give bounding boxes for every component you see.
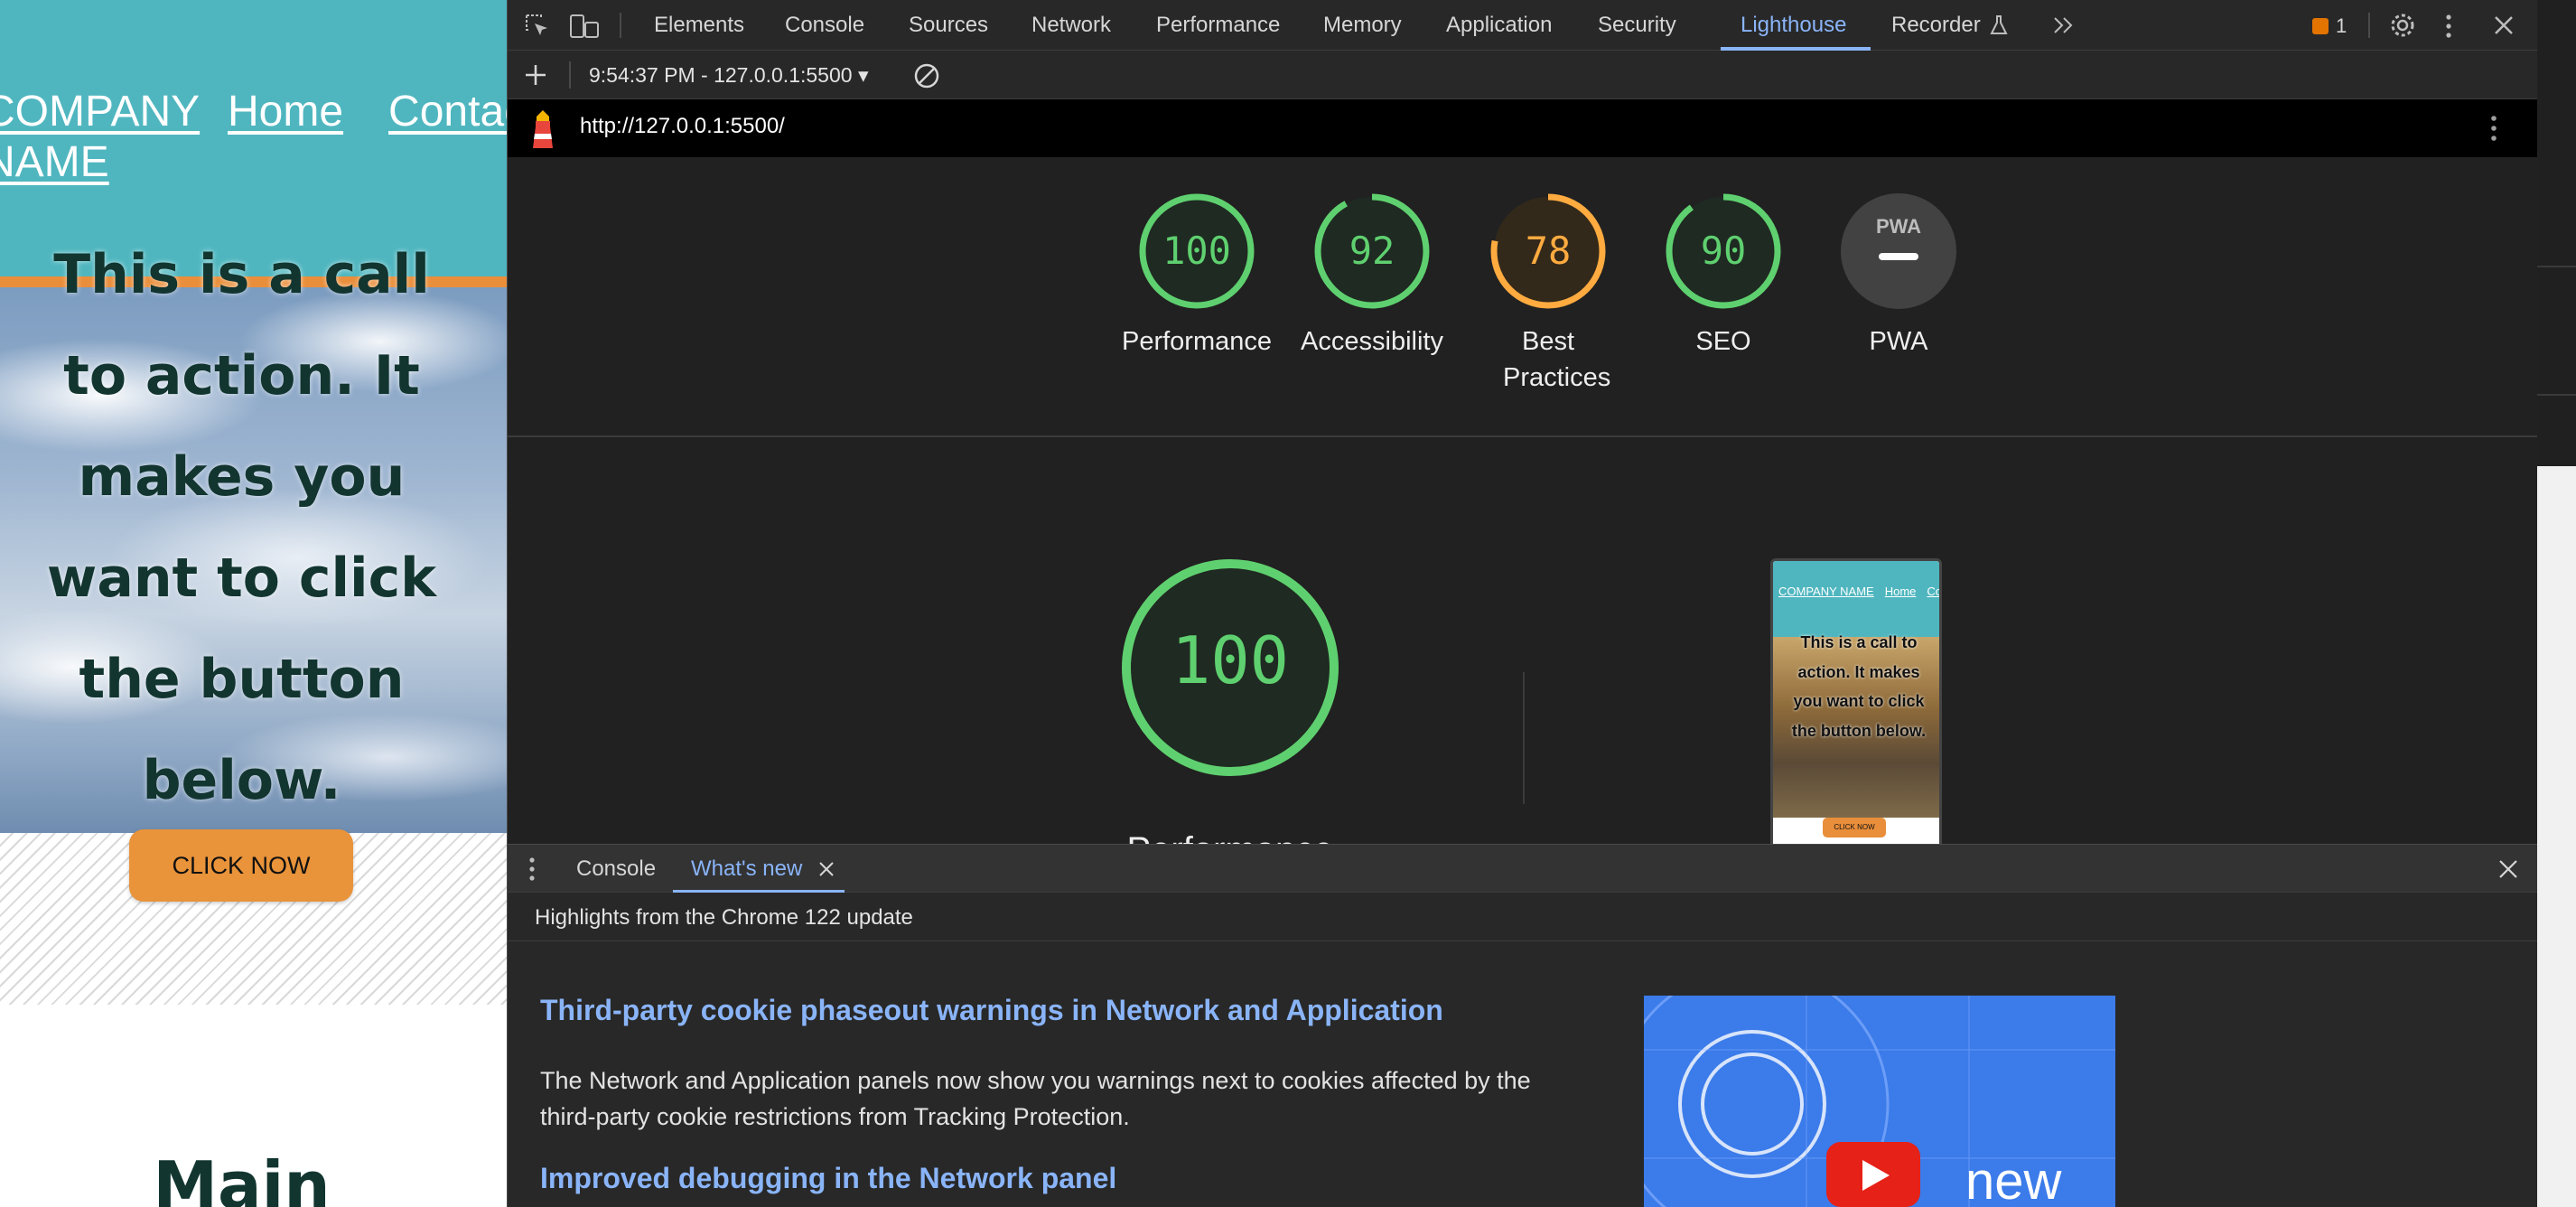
issue-flag-icon bbox=[2312, 18, 2329, 34]
settings-gear-icon[interactable] bbox=[2388, 11, 2417, 40]
background-divider bbox=[2537, 266, 2576, 267]
report-menu-kebab-icon[interactable] bbox=[2487, 114, 2500, 143]
inspect-element-icon[interactable] bbox=[524, 13, 551, 40]
click-now-button[interactable]: CLICK NOW bbox=[129, 829, 353, 902]
gauge-ring: 100 bbox=[1139, 193, 1255, 309]
preview-brand: COMPANY NAME bbox=[1778, 585, 1874, 598]
big-gauge-score: 100 bbox=[1171, 622, 1289, 698]
tab-performance[interactable]: Performance bbox=[1156, 0, 1280, 51]
tab-security[interactable]: Security bbox=[1598, 0, 1676, 51]
gauge-score: 78 bbox=[1526, 229, 1572, 273]
close-devtools-icon[interactable] bbox=[2493, 14, 2515, 36]
section-divider bbox=[1523, 672, 1525, 804]
gauge-ring: 78 bbox=[1490, 193, 1606, 309]
tab-network[interactable]: Network bbox=[1031, 0, 1111, 51]
site-nav: COMPANY NAME Home Contact bbox=[0, 87, 507, 188]
youtube-play-icon[interactable] bbox=[1826, 1142, 1920, 1207]
nav-home-link[interactable]: Home bbox=[228, 87, 343, 188]
issues-badge[interactable]: 1 bbox=[2312, 14, 2347, 38]
preview-button: CLICK NOW bbox=[1823, 818, 1886, 837]
dropdown-triangle-icon: ▾ bbox=[857, 63, 869, 87]
tab-memory[interactable]: Memory bbox=[1323, 0, 1402, 51]
gauge-ring: 90 bbox=[1666, 193, 1781, 309]
video-label: new bbox=[1965, 1152, 2062, 1207]
devtools-panel: Elements Console Sources Network Perform… bbox=[507, 0, 2537, 1207]
toolbar-divider bbox=[2368, 13, 2370, 38]
background-window-dark-area bbox=[2537, 0, 2576, 466]
report-divider bbox=[508, 435, 2537, 437]
device-toolbar-icon[interactable] bbox=[569, 13, 600, 40]
preview-contact: Contac bbox=[1927, 585, 1942, 598]
drawer-tab-whats-new[interactable]: What's new bbox=[691, 845, 802, 894]
gauge-ring: PWA bbox=[1841, 193, 1956, 309]
drawer-menu-kebab-icon[interactable] bbox=[527, 856, 537, 883]
toolbar-divider bbox=[620, 13, 621, 38]
tab-application[interactable]: Application bbox=[1446, 0, 1552, 51]
drawer-tab-console[interactable]: Console bbox=[576, 845, 656, 894]
devtools-main-toolbar: Elements Console Sources Network Perform… bbox=[508, 0, 2537, 51]
report-selector-value: 9:54:37 PM - 127.0.0.1:5500 bbox=[589, 63, 853, 87]
whats-new-item-body: The Network and Application panels now s… bbox=[540, 1067, 1531, 1130]
experimental-flask-icon bbox=[1990, 15, 2008, 34]
preview-cta-text: This is a call to action. It makes you w… bbox=[1791, 633, 1927, 740]
close-drawer-icon[interactable] bbox=[2498, 859, 2518, 879]
whats-new-video-thumbnail[interactable]: new bbox=[1644, 996, 2115, 1207]
gauge-label: PWA bbox=[1869, 327, 1928, 356]
report-url: http://127.0.0.1:5500/ bbox=[580, 114, 785, 138]
more-tabs-chevron-icon[interactable] bbox=[2052, 14, 2076, 36]
more-options-kebab-icon[interactable] bbox=[2442, 13, 2455, 40]
report-selector[interactable]: 9:54:37 PM - 127.0.0.1:5500 ▾ bbox=[589, 60, 868, 90]
preview-nav: COMPANY NAME Home Contac bbox=[1778, 585, 1942, 598]
gauge-label: Best Practices bbox=[1503, 327, 1611, 392]
gauge-label: SEO bbox=[1695, 327, 1751, 356]
preview-header bbox=[1773, 561, 1939, 637]
whats-new-subtitle: Highlights from the Chrome 122 update bbox=[535, 905, 913, 930]
website-viewport: COMPANY NAME Home Contact This is a call… bbox=[0, 0, 507, 1207]
call-to-action-text: This is a call to action. It makes you w… bbox=[46, 243, 437, 812]
preview-home: Home bbox=[1884, 585, 1917, 598]
lighthouse-toolbar: 9:54:37 PM - 127.0.0.1:5500 ▾ bbox=[508, 51, 2537, 99]
gauge-accessibility[interactable]: 92 Accessibility bbox=[1291, 192, 1453, 360]
gauge-score: 92 bbox=[1349, 229, 1395, 273]
new-report-plus-icon[interactable] bbox=[524, 63, 547, 87]
gauge-best-practices[interactable]: 78 Best Practices bbox=[1467, 192, 1629, 396]
issues-count: 1 bbox=[2336, 14, 2347, 37]
whats-new-content: Third-party cookie phaseout warnings in … bbox=[508, 941, 2537, 1207]
background-window-edge bbox=[2537, 0, 2576, 1207]
mobile-screenshot-preview: COMPANY NAME Home Contac This is a call … bbox=[1770, 558, 1942, 856]
gauge-performance[interactable]: 100 Performance bbox=[1115, 192, 1278, 360]
whats-new-item-title[interactable]: Improved debugging in the Network panel bbox=[540, 1162, 1116, 1195]
nav-brand-link[interactable]: COMPANY NAME bbox=[0, 87, 200, 188]
gauge-score: 100 bbox=[1162, 229, 1231, 273]
lighthouse-report: 100 Performance 92 Accessibility 78 Best Prac… bbox=[508, 157, 2537, 870]
whats-new-header: Highlights from the Chrome 122 update bbox=[508, 893, 2537, 941]
close-tab-icon[interactable] bbox=[818, 861, 835, 877]
toolbar-divider bbox=[569, 61, 571, 89]
tab-sources[interactable]: Sources bbox=[909, 0, 988, 51]
tab-elements[interactable]: Elements bbox=[654, 0, 744, 51]
tab-recorder[interactable]: Recorder bbox=[1891, 0, 1981, 51]
gauge-score: 90 bbox=[1701, 229, 1747, 273]
lighthouse-url-bar: http://127.0.0.1:5500/ bbox=[508, 99, 2537, 157]
main-heading: Main bbox=[153, 1147, 331, 1207]
nav-contact-link[interactable]: Contact bbox=[388, 87, 507, 188]
background-divider bbox=[2537, 394, 2576, 396]
tab-console[interactable]: Console bbox=[785, 0, 864, 51]
drawer-tab-bar: Console What's new bbox=[508, 844, 2537, 894]
whats-new-item-title[interactable]: Third-party cookie phaseout warnings in … bbox=[540, 994, 1443, 1027]
gauge-ring: 92 bbox=[1314, 193, 1430, 309]
gauge-pwa[interactable]: PWA PWA bbox=[1817, 192, 1980, 360]
gauge-label: Performance bbox=[1121, 327, 1272, 356]
pwa-badge-text: PWA bbox=[1876, 215, 1921, 238]
pwa-dash-icon bbox=[1879, 253, 1918, 260]
gauge-label: Accessibility bbox=[1301, 327, 1443, 356]
big-gauge-ring: 100 bbox=[1122, 559, 1339, 776]
clear-reports-icon[interactable] bbox=[912, 61, 941, 90]
performance-big-gauge: 100 Performance bbox=[1081, 555, 1379, 871]
lighthouse-logo-icon bbox=[533, 110, 553, 148]
tab-lighthouse[interactable]: Lighthouse bbox=[1741, 0, 1846, 51]
gauge-seo[interactable]: 90 SEO bbox=[1642, 192, 1805, 360]
